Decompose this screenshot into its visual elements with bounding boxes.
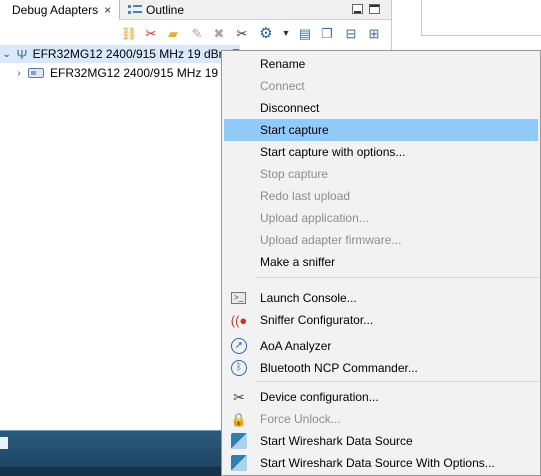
menu-item-sniffer-configurator[interactable]: ((● Sniffer Configurator...	[224, 309, 538, 331]
menu-item-bluetooth-ncp-commander[interactable]: ᛒ Bluetooth NCP Commander...	[224, 357, 538, 379]
desktop-background	[0, 430, 221, 476]
menu-item-launch-console[interactable]: >_ Launch Console...	[224, 287, 538, 309]
context-menu: Rename Connect Disconnect Start capture …	[221, 50, 541, 476]
menu-item-make-sniffer[interactable]: Make a sniffer	[224, 251, 538, 273]
menu-item-label: Start capture	[260, 123, 329, 137]
tree-row-adapter-2[interactable]: › EFR32MG12 2400/915 MHz 19 dBm	[0, 64, 246, 82]
compass-icon: ➚	[231, 338, 247, 354]
taskbar	[0, 467, 221, 476]
tree-row-adapter-1[interactable]: ⌄ Ψ EFR32MG12 2400/915 MHz 19 dBm E	[0, 45, 240, 63]
tools-icon: ✂	[233, 389, 245, 405]
menu-item-label: Start Wireshark Data Source	[260, 434, 413, 448]
view-tab-bar: Debug Adapters × Outline	[0, 0, 391, 20]
maximize-view-button[interactable]	[369, 4, 380, 14]
menu-item-label: Rename	[260, 57, 306, 71]
menu-item-label: Bluetooth NCP Commander...	[260, 361, 418, 375]
tools-icon[interactable]: ✂	[234, 25, 250, 41]
disconnect-icon[interactable]: ✂	[143, 25, 159, 41]
menu-item-label: Disconnect	[260, 101, 320, 115]
edit-icon[interactable]: ✎	[189, 25, 205, 41]
menu-item-start-capture[interactable]: Start capture	[224, 119, 538, 141]
menu-item-rename[interactable]: Rename	[224, 53, 538, 75]
tree-row-label: EFR32MG12 2400/915 MHz 19 dBm E	[32, 47, 240, 61]
menu-item-label: Upload adapter firmware...	[260, 233, 402, 247]
menu-item-label: Start Wireshark Data Source With Options…	[260, 456, 495, 470]
console-icon: >_	[231, 292, 246, 304]
tab-outline-label: Outline	[146, 3, 185, 17]
menu-item-label: Sniffer Configurator...	[260, 313, 374, 327]
logo	[0, 437, 8, 449]
editor-panel	[421, 0, 541, 36]
menu-item-start-capture-options[interactable]: Start capture with options...	[224, 141, 538, 163]
menu-item-label: Stop capture	[260, 167, 329, 181]
menu-item-label: Make a sniffer	[260, 255, 336, 269]
menu-item-start-wireshark[interactable]: Start Wireshark Data Source	[224, 430, 538, 452]
view-menu-icon[interactable]: ▤	[297, 25, 313, 41]
sniffer-icon: ((●	[230, 312, 248, 328]
menu-item-device-configuration[interactable]: ✂ Device configuration...	[224, 386, 538, 408]
chevron-down-icon[interactable]: ⌄	[2, 49, 11, 60]
menu-item-label: Start capture with options...	[260, 145, 406, 159]
expand-icon[interactable]: ⊞	[366, 25, 382, 41]
menu-item-label: Upload application...	[260, 211, 369, 225]
menu-item-upload-adapter-firmware: Upload adapter firmware...	[224, 229, 538, 251]
menu-item-stop-capture: Stop capture	[224, 163, 538, 185]
settings-icon[interactable]: ⚙	[258, 25, 274, 41]
ide-window: Debug Adapters × Outline ⛓ ✂ ▰ ✎ ✖ ✂ ⚙ ▼…	[0, 0, 541, 476]
menu-item-upload-application: Upload application...	[224, 207, 538, 229]
menu-item-redo-last-upload: Redo last upload	[224, 185, 538, 207]
menu-separator	[256, 381, 538, 382]
tab-outline[interactable]: Outline	[124, 0, 204, 20]
menu-item-connect: Connect	[224, 75, 538, 97]
lock-icon: 🔒	[230, 411, 248, 427]
wireshark-icon	[231, 433, 247, 449]
menu-item-label: Device configuration...	[260, 390, 379, 404]
menu-item-label: AoA Analyzer	[260, 339, 332, 353]
menu-item-disconnect[interactable]: Disconnect	[224, 97, 538, 119]
view-toolbar: ⛓ ✂ ▰ ✎ ✖ ✂ ⚙ ▼ ▤ ❐ ⊟ ⊞	[0, 21, 391, 45]
menu-item-force-unlock: 🔒 Force Unlock...	[224, 408, 538, 430]
dropdown-icon[interactable]: ▼	[278, 25, 294, 41]
menu-separator	[256, 277, 538, 278]
open-folder-icon[interactable]: ▰	[165, 25, 181, 41]
menu-item-label: Force Unlock...	[260, 412, 341, 426]
outline-icon	[128, 4, 142, 16]
menu-item-label: Redo last upload	[260, 189, 351, 203]
tab-debug-adapters-label: Debug Adapters	[12, 2, 99, 17]
tab-debug-adapters[interactable]: Debug Adapters ×	[0, 0, 120, 20]
adapter-icon	[28, 68, 44, 78]
close-icon[interactable]: ×	[104, 3, 111, 17]
minimize-icon[interactable]: ⊟	[343, 25, 359, 41]
menu-item-start-wireshark-options[interactable]: Start Wireshark Data Source With Options…	[224, 452, 538, 474]
chevron-right-icon[interactable]: ›	[14, 68, 24, 79]
usb-icon: Ψ	[16, 47, 28, 62]
remove-icon[interactable]: ✖	[211, 25, 227, 41]
tree-row-label: EFR32MG12 2400/915 MHz 19 dBm	[50, 66, 247, 80]
collapse-icon[interactable]: ❐	[319, 25, 335, 41]
minimize-view-button[interactable]	[352, 4, 363, 14]
menu-item-label: Connect	[260, 79, 305, 93]
link-icon[interactable]: ⛓	[121, 25, 138, 41]
menu-item-aoa-analyzer[interactable]: ➚ AoA Analyzer	[224, 335, 538, 357]
menu-item-label: Launch Console...	[260, 291, 357, 305]
bluetooth-icon: ᛒ	[231, 360, 247, 376]
wireshark-options-icon	[231, 455, 247, 471]
